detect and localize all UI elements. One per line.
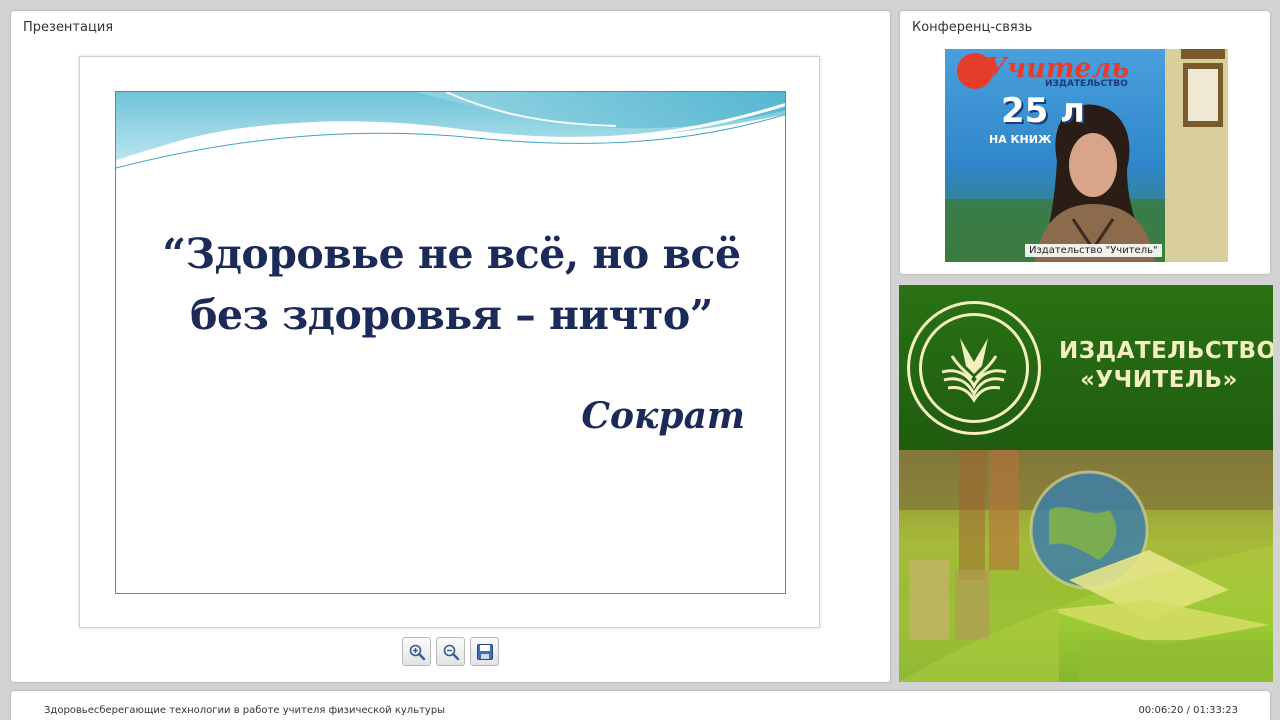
zoom-out-icon <box>443 644 459 660</box>
publisher-banner: ИЗДАТЕЛЬСТВО «УЧИТЕЛЬ» <box>899 285 1273 682</box>
floppy-disk-icon <box>476 643 493 660</box>
slide-frame: “Здоровье не всё, но всё без здоровья – … <box>79 56 820 628</box>
slide-toolbar <box>402 637 499 666</box>
publisher-banner-top: ИЗДАТЕЛЬСТВО «УЧИТЕЛЬ» <box>899 285 1273 448</box>
presentation-panel-title: Презентация <box>23 20 114 35</box>
publisher-name-line-1: ИЗДАТЕЛЬСТВО <box>1059 338 1273 364</box>
publisher-logo-inner <box>919 313 1029 423</box>
conference-panel: Конференц-связь Учитель ИЗДАТЕЛЬСТВО 25 … <box>900 11 1270 274</box>
slide-quote-line-2: без здоровья – ничто” <box>190 291 713 339</box>
video-poster-years: 25 л <box>1001 91 1086 131</box>
slide-quote-line-1: “Здоровье не всё, но всё <box>162 230 741 278</box>
presentation-panel: Презентация “Здоровье не всё, но всё без… <box>11 11 890 682</box>
save-button[interactable] <box>470 637 499 666</box>
slide-author: Сократ <box>581 395 745 437</box>
slide-quote: “Здоровье не всё, но всё без здоровья – … <box>116 224 785 346</box>
video-poster-books: НА КНИЖ <box>989 133 1052 146</box>
publisher-banner-photo <box>899 450 1273 682</box>
video-caption: Издательство "Учитель" <box>1025 244 1162 257</box>
publisher-logo <box>907 301 1041 435</box>
books-globe-photo <box>899 450 1273 682</box>
publisher-name: ИЗДАТЕЛЬСТВО «УЧИТЕЛЬ» <box>1059 337 1273 395</box>
video-poster-sub: ИЗДАТЕЛЬСТВО <box>1045 79 1128 89</box>
publisher-name-line-2: «УЧИТЕЛЬ» <box>1080 367 1238 393</box>
slide: “Здоровье не всё, но всё без здоровья – … <box>115 91 786 594</box>
open-book-logo-icon <box>941 338 1007 403</box>
conference-video[interactable]: Учитель ИЗДАТЕЛЬСТВО 25 л НА КНИЖ Издате… <box>945 49 1228 262</box>
slide-wave-decoration <box>116 92 785 169</box>
bottom-bar: Здоровьесберегающие технологии в работе … <box>11 691 1270 720</box>
zoom-in-button[interactable] <box>402 637 431 666</box>
zoom-in-icon <box>409 644 425 660</box>
conference-panel-title: Конференц-связь <box>912 20 1033 35</box>
lecture-title: Здоровьесберегающие технологии в работе … <box>44 705 446 716</box>
zoom-out-button[interactable] <box>436 637 465 666</box>
playback-time: 00:06:20 / 01:33:23 <box>1138 705 1238 716</box>
